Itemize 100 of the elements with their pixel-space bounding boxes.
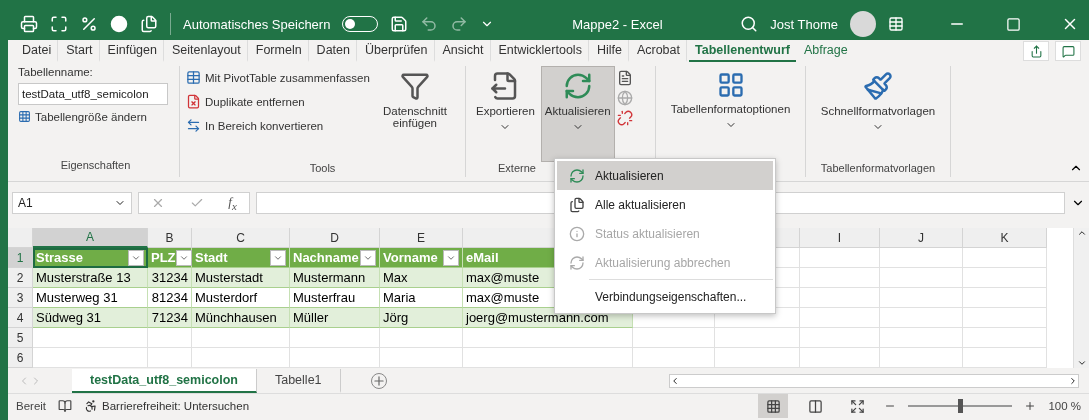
filter-dropdown[interactable] <box>128 249 144 266</box>
table-cell <box>148 348 192 368</box>
tool-button[interactable]: Duplikate entfernen <box>186 94 370 109</box>
zoom-reading: 100 % <box>1048 400 1081 412</box>
ribbon-tab[interactable]: Ansicht <box>436 40 491 62</box>
table-cell: Musterfrau <box>290 288 380 308</box>
properties-icon[interactable] <box>616 70 633 86</box>
column-header[interactable]: I <box>800 228 880 248</box>
paintbrush-icon <box>863 71 893 101</box>
ribbon-tab[interactable]: Start <box>60 40 100 62</box>
printer-icon[interactable] <box>20 15 38 33</box>
column-header[interactable]: B <box>148 228 192 248</box>
column-header[interactable]: J <box>880 228 963 248</box>
resize-table-button[interactable]: Tabellengröße ändern <box>18 110 168 123</box>
column-header[interactable]: K <box>963 228 1047 248</box>
circle-icon[interactable] <box>110 15 128 33</box>
column-header[interactable]: E <box>380 228 463 248</box>
table-cell: 31234 <box>148 268 192 288</box>
header-cell: Stadt <box>192 248 290 268</box>
speech-bubble-icon <box>1061 44 1075 58</box>
ribbon-tab[interactable]: Abfrage <box>797 40 854 62</box>
zoom-in-icon[interactable] <box>1024 400 1037 412</box>
ribbon-tab[interactable]: Acrobat <box>630 40 687 62</box>
filter-dropdown[interactable] <box>270 249 286 266</box>
column-header[interactable]: A <box>33 228 148 248</box>
table-cell: Musterstraße 13 <box>33 268 148 288</box>
row-header[interactable]: 2 <box>8 268 33 288</box>
scroll-up-icon <box>1076 228 1087 238</box>
convert-icon <box>186 118 201 133</box>
row-header[interactable]: 5 <box>8 328 33 348</box>
refresh-cancel-icon <box>569 254 585 271</box>
table-name-label: Tabellenname: <box>18 66 94 78</box>
search-icon[interactable] <box>740 15 759 33</box>
row-header[interactable]: 6 <box>8 348 33 368</box>
table-cell: 81234 <box>148 288 192 308</box>
tool-button[interactable]: In Bereich konvertieren <box>186 118 370 133</box>
table-cell: Müller <box>290 308 380 328</box>
header-cell: Nachname <box>290 248 380 268</box>
table-name-field[interactable]: testData_utf8_semicolon <box>18 83 168 105</box>
share-button[interactable] <box>1023 41 1049 61</box>
scroll-down-icon <box>1076 358 1087 368</box>
frame-icon[interactable] <box>50 15 68 33</box>
table-cell: Münchhausen <box>192 308 290 328</box>
table-cell: Maria <box>380 288 463 308</box>
ribbon-tab[interactable]: Datei <box>16 40 59 62</box>
menu-item[interactable]: Aktualisieren <box>557 161 773 190</box>
table-cell: Max <box>380 268 463 288</box>
export-button[interactable]: Exportieren <box>472 66 539 162</box>
column-header[interactable]: D <box>290 228 380 248</box>
menu-item[interactable]: Alle aktualisieren <box>557 190 773 219</box>
slicer-button[interactable]: Datenschnitt einfügen <box>375 66 454 162</box>
redo-icon[interactable] <box>450 15 469 33</box>
column-header[interactable]: C <box>192 228 290 248</box>
macro-icon[interactable] <box>58 399 73 413</box>
accessibility-button[interactable]: Barrierefreiheit: Untersuchen <box>84 399 250 413</box>
undo-icon[interactable] <box>420 15 439 33</box>
row-header[interactable]: 1 <box>8 248 33 268</box>
tool-button[interactable]: Mit PivotTable zusammenfassen <box>186 70 370 85</box>
unlink-icon[interactable] <box>616 110 633 126</box>
filter-dropdown[interactable] <box>360 249 376 266</box>
group-label: Eigenschaften <box>59 159 132 173</box>
user-name: Jost Thome <box>770 16 838 32</box>
filter-dropdown[interactable] <box>175 249 192 266</box>
accessibility-icon <box>84 399 99 413</box>
normal-view-button[interactable] <box>758 394 789 418</box>
documents-icon[interactable] <box>140 15 158 33</box>
grid-icon <box>765 398 781 414</box>
ribbon-tab[interactable]: Tabellenentwurf <box>689 40 796 62</box>
avatar <box>850 11 876 37</box>
table-cell: 71234 <box>148 308 192 328</box>
quick-styles-button[interactable]: Schnellformatvorlagen <box>812 66 944 162</box>
status-text: Bereit <box>16 400 47 412</box>
row-header[interactable]: 4 <box>8 308 33 328</box>
name-box[interactable]: A1 <box>12 191 132 214</box>
ribbon-tab[interactable]: Seitenlayout <box>165 40 248 62</box>
refresh-button[interactable]: Aktualisieren <box>540 66 615 162</box>
table-style-options-button[interactable]: Tabellenformatoptionen <box>662 66 799 162</box>
sheet-tab[interactable]: testData_utf8_semicolon <box>72 368 257 393</box>
filter-dropdown[interactable] <box>443 249 459 266</box>
table-cell: Südweg 31 <box>33 308 148 328</box>
table-resize-icon <box>18 110 31 123</box>
save-icon[interactable] <box>390 15 409 33</box>
ribbon-display-icon[interactable] <box>888 16 904 32</box>
ribbon-tab[interactable]: Formeln <box>249 40 309 62</box>
ribbon-tab[interactable]: Entwicklertools <box>492 40 589 62</box>
table-cell: Musterdorf <box>192 288 290 308</box>
ribbon-tab[interactable]: Hilfe <box>590 40 629 62</box>
maximize-icon[interactable] <box>1006 16 1021 32</box>
sheet-tab[interactable]: Tabelle1 <box>256 368 341 393</box>
header-cell: Vorname <box>380 248 463 268</box>
ribbon-tab[interactable]: Daten <box>310 40 357 62</box>
comments-button[interactable] <box>1055 41 1081 61</box>
ribbon-tab[interactable]: Überprüfen <box>358 40 435 62</box>
row-header[interactable]: 3 <box>8 288 33 308</box>
horizontal-scrollbar[interactable] <box>669 373 1079 388</box>
ribbon-tab[interactable]: Einfügen <box>101 40 164 62</box>
refresh-icon <box>569 167 585 184</box>
insert-function-button[interactable]: f$_{x}$ <box>228 193 237 212</box>
group-label: Tools <box>308 162 337 176</box>
percent-icon[interactable] <box>80 15 98 33</box>
